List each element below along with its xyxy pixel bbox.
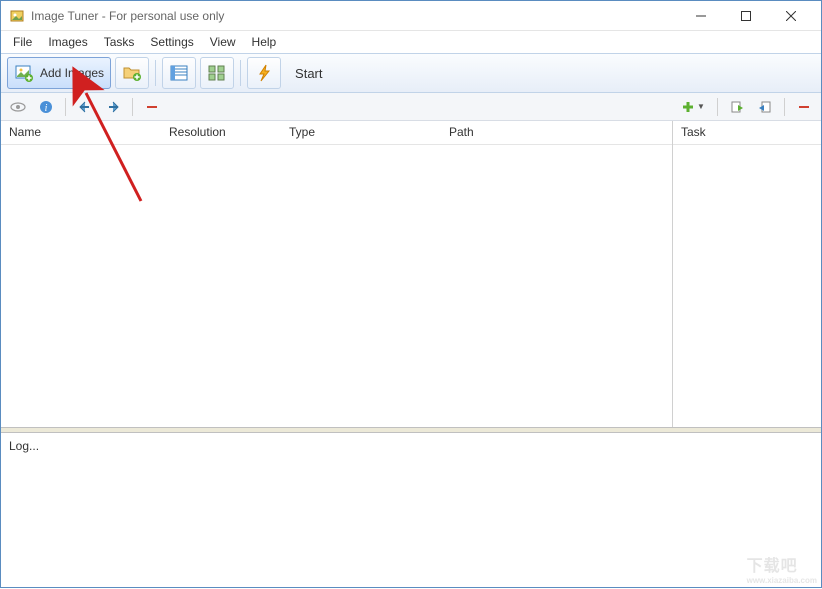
add-images-button[interactable]: Add Images	[7, 57, 111, 89]
menu-view[interactable]: View	[202, 33, 244, 51]
preview-button[interactable]	[7, 97, 29, 117]
window-controls	[678, 2, 813, 30]
add-images-label: Add Images	[40, 66, 104, 80]
menubar: File Images Tasks Settings View Help	[1, 31, 821, 53]
image-list-body[interactable]	[1, 145, 672, 427]
watermark: 下载吧 www.xiazaiba.com	[747, 552, 817, 585]
remove-task-button[interactable]	[793, 97, 815, 117]
thumbnail-view-button[interactable]	[200, 57, 234, 89]
start-button[interactable]	[247, 57, 281, 89]
window-title: Image Tuner - For personal use only	[31, 9, 678, 23]
watermark-url: www.xiazaiba.com	[747, 576, 817, 585]
close-button[interactable]	[768, 2, 813, 30]
column-type[interactable]: Type	[281, 121, 441, 144]
log-panel: Log...	[1, 433, 821, 587]
rotate-left-button[interactable]	[74, 97, 96, 117]
toolbar-separator	[717, 98, 718, 116]
import-tasks-button[interactable]	[726, 97, 748, 117]
add-task-button[interactable]: ▼	[677, 97, 709, 117]
minimize-button[interactable]	[678, 2, 723, 30]
titlebar: Image Tuner - For personal use only	[1, 1, 821, 31]
image-list-panel: Name Resolution Type Path	[1, 121, 673, 427]
toolbar-separator	[155, 60, 156, 86]
main-area: Name Resolution Type Path Task	[1, 121, 821, 427]
task-panel: Task	[673, 121, 821, 427]
image-list-headers: Name Resolution Type Path	[1, 121, 672, 145]
export-tasks-button[interactable]	[754, 97, 776, 117]
toolbar-separator	[240, 60, 241, 86]
column-path[interactable]: Path	[441, 121, 672, 144]
column-resolution[interactable]: Resolution	[161, 121, 281, 144]
list-view-button[interactable]	[162, 57, 196, 89]
app-icon	[9, 8, 25, 24]
toolbar-separator	[132, 98, 133, 116]
menu-tasks[interactable]: Tasks	[96, 33, 143, 51]
remove-image-button[interactable]	[141, 97, 163, 117]
menu-help[interactable]: Help	[244, 33, 285, 51]
column-name[interactable]: Name	[1, 121, 161, 144]
toolbar-separator	[65, 98, 66, 116]
column-task[interactable]: Task	[673, 121, 821, 144]
start-label: Start	[295, 66, 322, 81]
maximize-button[interactable]	[723, 2, 768, 30]
task-headers: Task	[673, 121, 821, 145]
log-label: Log...	[9, 439, 39, 453]
info-button[interactable]: i	[35, 97, 57, 117]
task-list-body[interactable]	[673, 145, 821, 427]
watermark-text: 下载吧	[747, 558, 798, 575]
toolbar-separator	[784, 98, 785, 116]
menu-images[interactable]: Images	[40, 33, 95, 51]
menu-settings[interactable]: Settings	[142, 33, 201, 51]
rotate-right-button[interactable]	[102, 97, 124, 117]
add-folder-button[interactable]	[115, 57, 149, 89]
secondary-toolbar: i ▼	[1, 93, 821, 121]
menu-file[interactable]: File	[5, 33, 40, 51]
svg-text:i: i	[45, 103, 48, 114]
main-toolbar: Add Images Start	[1, 53, 821, 93]
